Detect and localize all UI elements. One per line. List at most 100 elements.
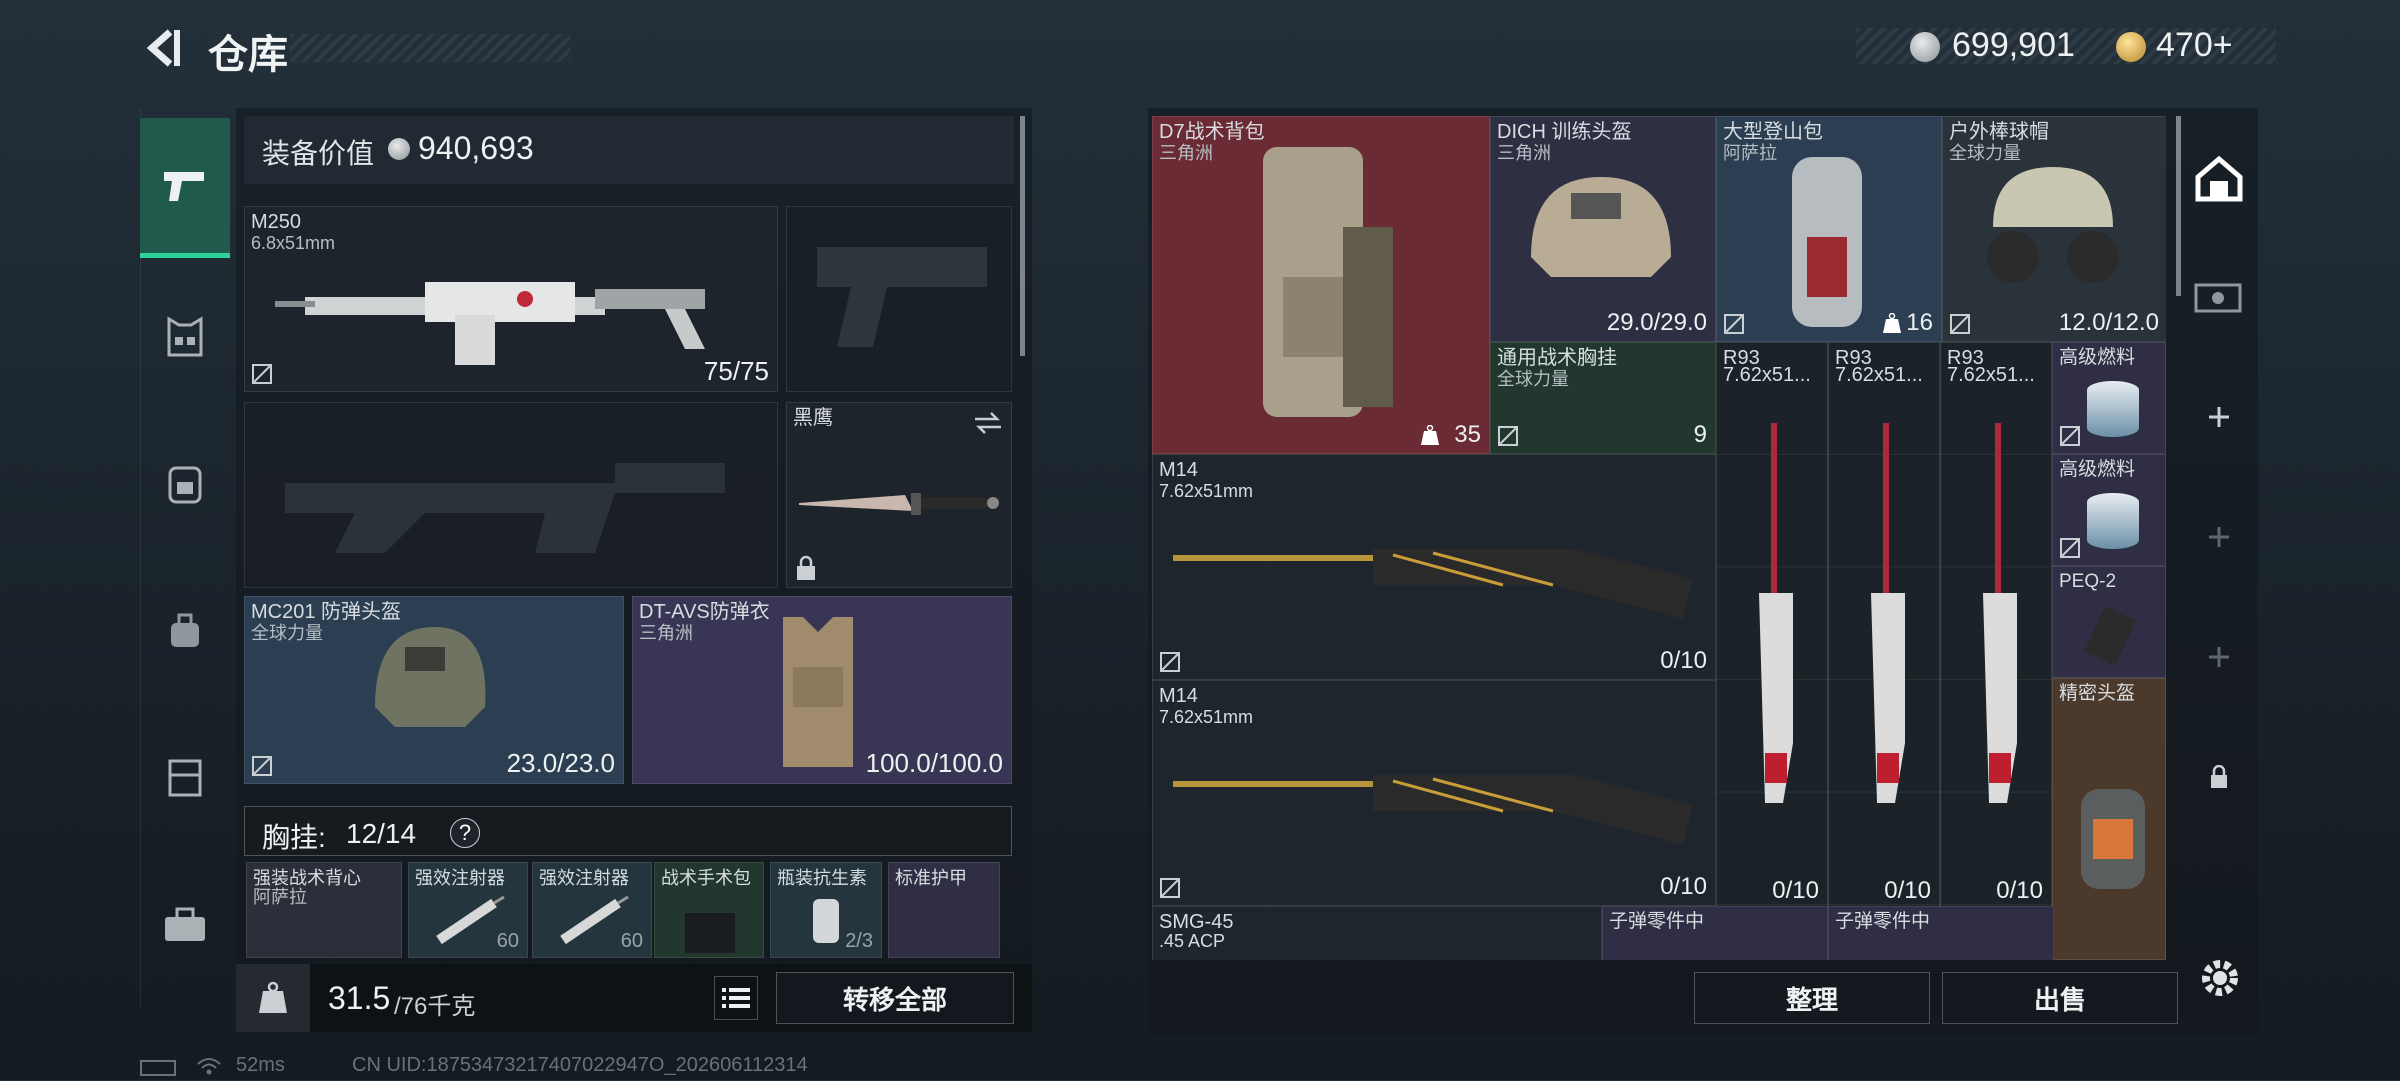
item-name: 户外棒球帽 (1949, 121, 2049, 143)
stash-item-fuel-1[interactable]: 高级燃料 (2052, 342, 2166, 454)
stash-item-r93-b[interactable]: R93 7.62x51... 0/10 (1828, 342, 1940, 910)
equip-value-label: 装备价值 (262, 138, 375, 169)
stash-item-d7-backpack[interactable]: D7战术背包 三角洲 35 (1152, 116, 1490, 454)
item-caliber: 7.62x51... (1723, 364, 1811, 386)
item-name: M14 (1159, 459, 1198, 481)
add-stash-button-3[interactable] (2184, 622, 2254, 692)
help-button[interactable]: ? (450, 818, 480, 848)
stash-item-dich-helmet[interactable]: DICH 训练头盔 三角洲 29.0/29.0 (1490, 116, 1716, 342)
lock-icon (2211, 765, 2227, 788)
rig-slot-5[interactable]: 瓶装抗生素 2/3 (770, 862, 882, 958)
scrollbar[interactable] (1020, 116, 1025, 356)
rig-slot-1[interactable]: 强装战术背心 阿萨拉 (246, 862, 402, 958)
armor-image (783, 617, 853, 767)
stash-item-chest-rig[interactable]: 通用战术胸挂 全球力量 9 (1490, 342, 1716, 454)
sell-button[interactable]: 出售 (1942, 972, 2178, 1024)
back-arrow-icon (146, 29, 180, 67)
stash-item-m14-a[interactable]: M14 7.62x51mm 0/10 (1152, 454, 1716, 680)
capacity: 16 (1906, 309, 1933, 336)
lock-icon (797, 555, 815, 580)
item-caliber: 7.62x51... (1947, 364, 2035, 386)
stash-item-precise-helmet[interactable]: 精密头盔 (2052, 678, 2166, 960)
rig-slot-3[interactable]: 强效注射器 60 (532, 862, 652, 958)
warehouse-tab[interactable] (2184, 144, 2254, 214)
weight-icon (259, 981, 287, 1013)
bag-icon (171, 613, 199, 647)
sort-button[interactable]: 整理 (1694, 972, 1930, 1024)
stash-item-parts-2[interactable]: 子弹零件中 (1828, 906, 2054, 960)
item-name: DICH 训练头盔 (1497, 121, 1632, 143)
tab-bag[interactable] (140, 586, 230, 676)
item-name: 强效注射器 (415, 868, 505, 888)
pistol-placeholder-icon (817, 247, 987, 347)
stash-scrollbar[interactable] (2176, 116, 2181, 296)
slot-primary-weapon[interactable]: M250 6.8x51mm 75/75 (244, 206, 778, 392)
battery-icon (140, 1060, 176, 1076)
slot-armor[interactable]: DT-AVS防弹衣 三角洲 100.0/100.0 (632, 596, 1012, 784)
cap-image (1987, 167, 2119, 283)
no-insure-icon (252, 364, 272, 384)
item-name: 通用战术胸挂 (1497, 347, 1617, 369)
tab-container[interactable] (140, 732, 230, 822)
title-decoration (290, 34, 570, 62)
list-view-button[interactable] (714, 976, 758, 1020)
ammo-count: 0/10 (1884, 877, 1931, 904)
add-stash-button-1[interactable] (2184, 382, 2254, 452)
plus-icon (2209, 647, 2229, 667)
antibiotic-image (813, 899, 839, 943)
item-map: 全球力量 (251, 623, 323, 643)
stash-item-r93-c[interactable]: R93 7.62x51... 0/10 (1940, 342, 2052, 910)
no-insure-icon (1160, 878, 1180, 898)
ammo-count: 0/10 (1996, 877, 2043, 904)
gold-coin-icon (2116, 32, 2146, 62)
helmet-image (2081, 789, 2145, 889)
sniper-rifle-image (1871, 423, 1905, 803)
item-name: 高级燃料 (2059, 347, 2136, 368)
transfer-all-button[interactable]: 转移全部 (776, 972, 1014, 1024)
settings-button[interactable] (2196, 954, 2244, 1002)
slot-helmet[interactable]: MC201 防弹头盔 全球力量 23.0/23.0 (244, 596, 624, 784)
case-icon (168, 759, 202, 797)
no-insure-icon (1498, 426, 1518, 446)
item-map: 全球力量 (1497, 369, 1569, 389)
back-button[interactable] (140, 26, 184, 70)
stash-item-smg45[interactable]: SMG-45 .45 ACP (1152, 906, 1602, 960)
slot-secondary-weapon-empty[interactable] (244, 402, 778, 588)
tab-chest-rig[interactable] (140, 292, 230, 382)
add-stash-button-2[interactable] (2184, 502, 2254, 572)
item-count: 2/3 (845, 930, 873, 952)
rig-slot-6[interactable]: 标准护甲 (888, 862, 1000, 958)
durability: 100.0/100.0 (865, 748, 1003, 778)
stash-item-fuel-2[interactable]: 高级燃料 (2052, 454, 2166, 566)
capacity: 9 (1693, 421, 1707, 448)
tab-weapons[interactable] (140, 118, 230, 258)
backpack-icon (168, 466, 202, 504)
tab-toolbox[interactable] (140, 880, 230, 970)
item-map: 阿萨拉 (1723, 143, 1777, 163)
weight-icon-box (236, 964, 310, 1032)
item-name: 精密头盔 (2059, 683, 2136, 704)
stash-item-parts-1[interactable]: 子弹零件中 (1602, 906, 1828, 960)
stash-item-m14-b[interactable]: M14 7.62x51mm 0/10 (1152, 680, 1716, 906)
stash-item-baseball-cap[interactable]: 户外棒球帽 全球力量 12.0/12.0 (1942, 116, 2166, 342)
rig-slot-4[interactable]: 战术手术包 (654, 862, 764, 958)
helmet-image (1531, 177, 1671, 277)
expansion-tab[interactable] (2184, 260, 2254, 330)
swap-icon[interactable] (973, 411, 1003, 435)
stash-item-peq2[interactable]: PEQ-2 (2052, 566, 2166, 678)
no-insure-icon (1724, 314, 1744, 334)
stash-item-climbing-pack[interactable]: 大型登山包 阿萨拉 16 (1716, 116, 1942, 342)
weight-small-icon (1421, 425, 1439, 445)
rig-slot-2[interactable]: 强效注射器 60 (408, 862, 528, 958)
item-name: 子弹零件中 (1835, 911, 1931, 932)
ammo-count: 0/10 (1772, 877, 1819, 904)
item-map: 阿萨拉 (253, 887, 307, 907)
stash-item-r93-a[interactable]: R93 7.62x51... 0/10 (1716, 342, 1828, 910)
chest-rig-label: 胸挂: (262, 822, 326, 853)
slot-pistol-empty[interactable] (786, 206, 1012, 392)
backpack-image (1263, 147, 1393, 417)
item-name: M14 (1159, 685, 1198, 707)
slot-melee[interactable]: 黑鹰 (786, 402, 1012, 588)
currency-premium[interactable]: 470+ (2156, 26, 2233, 65)
tab-backpack[interactable] (140, 438, 230, 528)
